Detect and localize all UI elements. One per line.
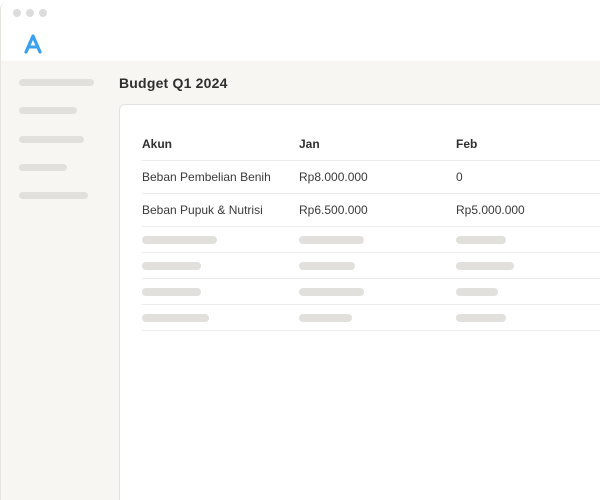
main-content: Budget Q1 2024 Akun Jan Feb Beban Pembel…	[1, 61, 600, 500]
window-maximize-button[interactable]	[39, 9, 47, 17]
cell-placeholder	[142, 262, 201, 270]
sidebar	[1, 61, 109, 500]
table-row[interactable]: Beban Pembelian Benih Rp8.000.000 0	[142, 161, 600, 194]
cell-account: Beban Pembelian Benih	[142, 170, 271, 184]
budget-table-card: Akun Jan Feb Beban Pembelian Benih Rp8.0…	[119, 104, 600, 500]
cell-placeholder	[456, 314, 506, 322]
column-header-feb: Feb	[456, 136, 478, 151]
table-row[interactable]: Beban Pupuk & Nutrisi Rp6.500.000 Rp5.00…	[142, 194, 600, 227]
cell-placeholder	[299, 288, 364, 296]
app-logo-icon[interactable]	[23, 33, 43, 55]
table-header: Akun Jan Feb	[142, 127, 600, 161]
window-minimize-button[interactable]	[26, 9, 34, 17]
cell-feb: 0	[456, 170, 463, 184]
table-row-placeholder	[142, 305, 600, 331]
cell-placeholder	[456, 236, 506, 244]
column-header-jan: Jan	[299, 136, 320, 151]
app-window: Budget Q1 2024 Akun Jan Feb Beban Pembel…	[0, 0, 600, 500]
cell-placeholder	[299, 236, 364, 244]
sidebar-item-placeholder[interactable]	[19, 136, 84, 143]
table-row-placeholder	[142, 227, 600, 253]
table-row-placeholder	[142, 279, 600, 305]
title-bar	[1, 0, 600, 28]
page-title: Budget Q1 2024	[119, 75, 228, 91]
cell-feb: Rp5.000.000	[456, 203, 525, 217]
sidebar-item-placeholder[interactable]	[19, 107, 77, 114]
column-header-account: Akun	[142, 136, 172, 151]
app-header	[1, 28, 600, 61]
cell-jan: Rp8.000.000	[299, 170, 368, 184]
cell-account: Beban Pupuk & Nutrisi	[142, 203, 263, 217]
cell-placeholder	[456, 288, 498, 296]
cell-placeholder	[142, 236, 217, 244]
cell-placeholder	[456, 262, 514, 270]
cell-placeholder	[142, 288, 201, 296]
table-row-placeholder	[142, 253, 600, 279]
cell-placeholder	[142, 314, 209, 322]
cell-jan: Rp6.500.000	[299, 203, 368, 217]
cell-placeholder	[299, 314, 352, 322]
sidebar-item-placeholder[interactable]	[19, 164, 67, 171]
window-close-button[interactable]	[13, 9, 21, 17]
sidebar-item-placeholder[interactable]	[19, 192, 88, 199]
sidebar-item-placeholder[interactable]	[19, 79, 94, 86]
cell-placeholder	[299, 262, 355, 270]
